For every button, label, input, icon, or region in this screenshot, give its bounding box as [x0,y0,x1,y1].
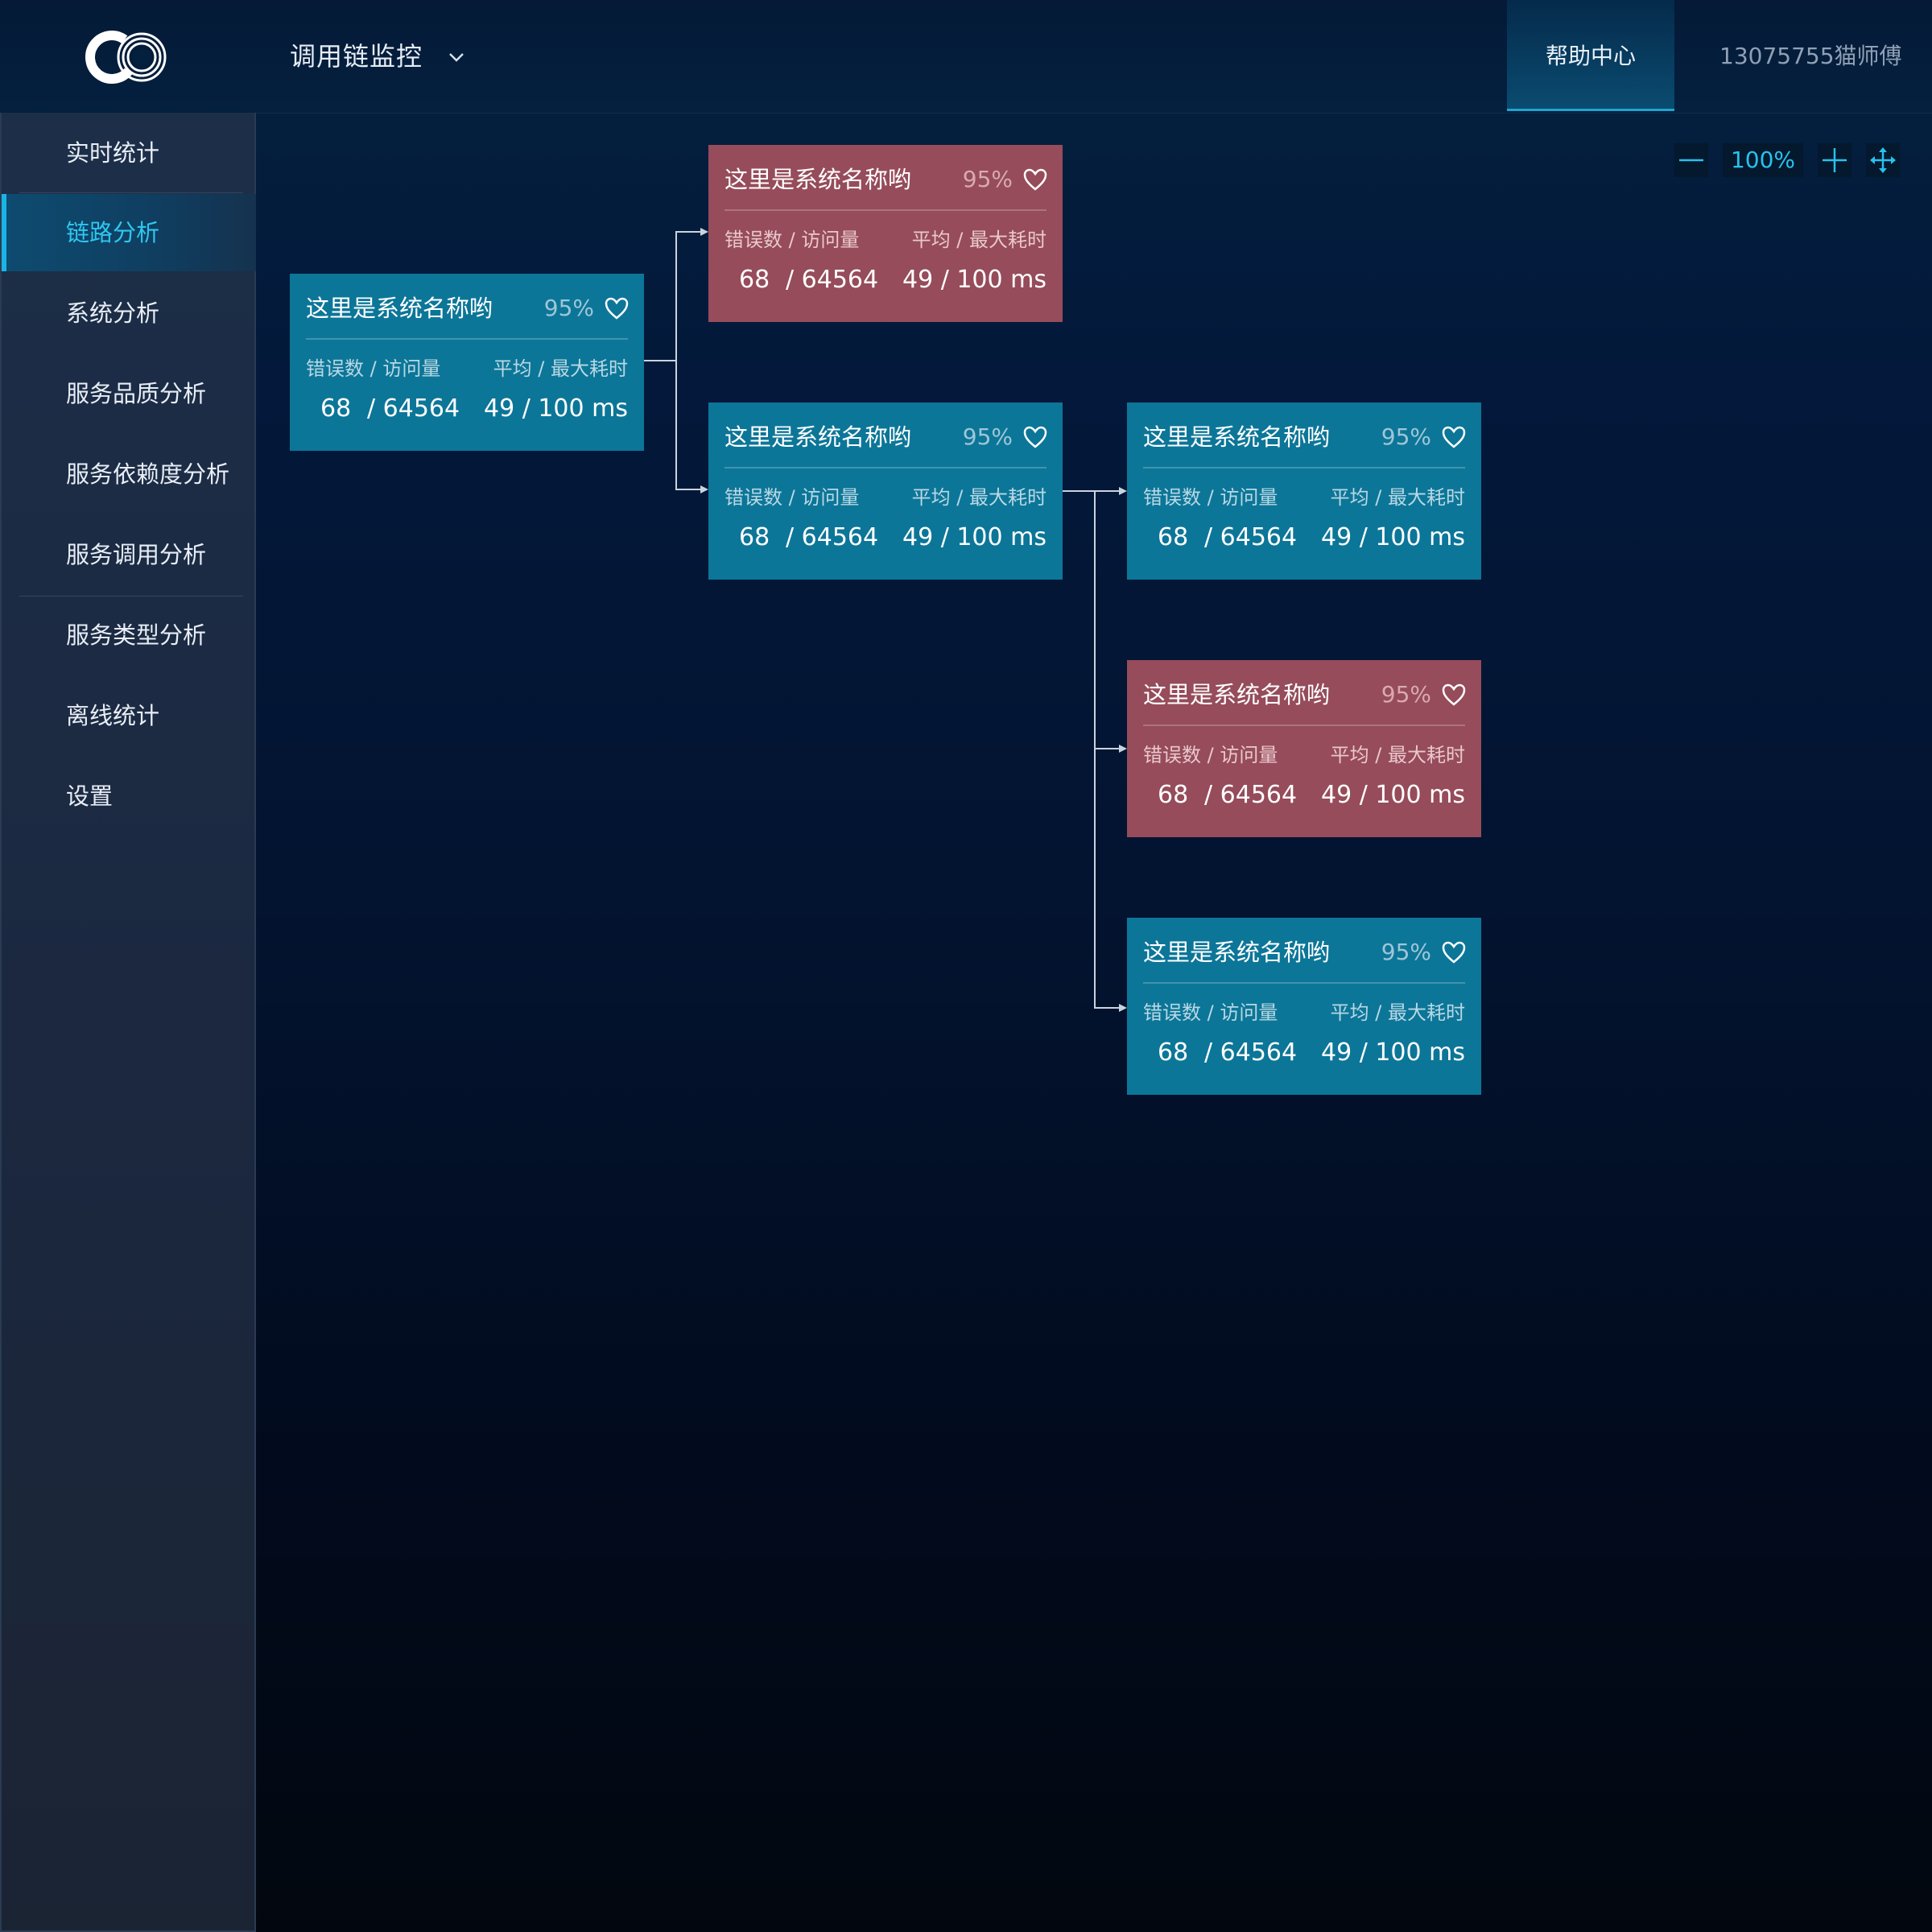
errors-visits-label: 错误数 / 访问量 [306,357,441,380]
sidebar-item-realtime-stats[interactable]: 实时统计 [2,114,256,192]
app-window: 调用链监控 帮助中心 13075755猫师傅 实时统计 链路分析 系统分析 服务… [0,0,1932,1932]
heart-icon[interactable] [604,296,630,320]
zoom-level-display: 100% [1723,143,1803,177]
move-arrows-icon[interactable] [1866,143,1900,177]
sidebar-item-service-calls[interactable]: 服务调用分析 [2,516,256,593]
latency-value: 49 / 100 ms [483,394,628,423]
error-count: 68 [739,523,770,551]
node-percent: 95% [1381,423,1431,450]
sidebar-item-service-types[interactable]: 服务类型分析 [2,597,256,674]
card-divider [306,338,628,340]
latency-value: 49 / 100 ms [1320,523,1465,551]
latency-value: 49 / 100 ms [1320,1038,1465,1067]
sidebar-divider [19,192,243,193]
service-node-card[interactable]: 这里是系统名称哟 95% 错误数 / 访问量 平均 / 最大耗时 68 / 64… [1127,402,1481,580]
latency-label: 平均 / 最大耗时 [911,229,1046,251]
error-count: 68 [1158,1038,1189,1067]
latency-value: 49 / 100 ms [902,523,1046,551]
errors-visits-label: 错误数 / 访问量 [1143,744,1278,766]
link-b-to-d [1094,491,1121,749]
heart-icon[interactable] [1441,683,1467,707]
user-account-link[interactable]: 13075755猫师傅 [1719,37,1902,76]
link-root-to-child-a [644,231,702,361]
sidebar-item-service-dependency[interactable]: 服务依赖度分析 [2,436,256,513]
arrow-head [700,228,708,236]
latency-value: 49 / 100 ms [1320,781,1465,809]
chevron-down-icon[interactable] [448,48,465,66]
heart-icon[interactable] [1441,425,1467,449]
error-count: 68 [1158,523,1189,551]
node-percent: 95% [962,423,1013,450]
latency-value: 49 / 100 ms [902,266,1046,294]
heart-icon[interactable] [1022,425,1048,449]
co-logo-icon[interactable] [85,31,169,84]
card-divider [1143,724,1465,726]
node-name: 这里是系统名称哟 [1143,681,1331,708]
sidebar-item-trace-analysis[interactable]: 链路分析 [2,194,256,271]
node-name: 这里是系统名称哟 [1143,939,1331,966]
top-bar: 调用链监控 帮助中心 13075755猫师傅 [0,0,1932,114]
errors-visits-label: 错误数 / 访问量 [724,229,860,251]
card-divider [1143,467,1465,469]
service-node-card[interactable]: 这里是系统名称哟 95% 错误数 / 访问量 平均 / 最大耗时 68 / 64… [1127,660,1481,837]
sidebar-item-settings[interactable]: 设置 [2,758,256,835]
zoom-out-icon[interactable] [1674,143,1708,177]
node-name: 这里是系统名称哟 [306,295,493,322]
card-divider [1143,982,1465,984]
error-count: 68 [1158,781,1189,809]
arrow-head [1119,487,1127,495]
node-percent: 95% [543,295,594,321]
node-percent: 95% [962,166,1013,192]
node-name: 这里是系统名称哟 [1143,423,1331,451]
service-node-card[interactable]: 这里是系统名称哟 95% 错误数 / 访问量 平均 / 最大耗时 68 / 64… [708,145,1063,322]
arrow-head [700,485,708,493]
visit-count: / 64564 [1204,781,1298,809]
card-divider [724,467,1046,469]
visit-count: / 64564 [367,394,460,423]
app-title-dropdown[interactable]: 调用链监控 [290,37,423,76]
link-root-to-child-b [675,361,702,490]
sidebar-item-offline-stats[interactable]: 离线统计 [2,677,256,754]
visit-count: / 64564 [1204,523,1298,551]
node-percent: 95% [1381,939,1431,965]
latency-label: 平均 / 最大耗时 [911,486,1046,509]
sidebar-item-service-quality[interactable]: 服务品质分析 [2,355,256,432]
node-name: 这里是系统名称哟 [724,423,912,451]
errors-visits-label: 错误数 / 访问量 [1143,486,1278,509]
heart-icon[interactable] [1022,167,1048,192]
latency-label: 平均 / 最大耗时 [493,357,628,380]
sidebar-nav: 实时统计 链路分析 系统分析 服务品质分析 服务依赖度分析 服务调用分析 服务类… [0,113,256,1932]
arrow-head [1119,745,1127,753]
heart-icon[interactable] [1441,940,1467,964]
service-node-card[interactable]: 这里是系统名称哟 95% 错误数 / 访问量 平均 / 最大耗时 68 / 64… [1127,918,1481,1095]
errors-visits-label: 错误数 / 访问量 [1143,1001,1278,1024]
link-b-to-e [1094,749,1121,1009]
arrow-head [1119,1004,1127,1012]
sidebar-item-system-analysis[interactable]: 系统分析 [2,275,256,352]
latency-label: 平均 / 最大耗时 [1330,744,1465,766]
visit-count: / 64564 [1204,1038,1298,1067]
service-node-card[interactable]: 这里是系统名称哟 95% 错误数 / 访问量 平均 / 最大耗时 68 / 64… [708,402,1063,580]
node-percent: 95% [1381,681,1431,708]
error-count: 68 [320,394,352,423]
zoom-in-icon[interactable] [1818,143,1852,177]
node-name: 这里是系统名称哟 [724,166,912,193]
errors-visits-label: 错误数 / 访问量 [724,486,860,509]
help-center-button[interactable]: 帮助中心 [1507,0,1674,111]
error-count: 68 [739,266,770,294]
card-divider [724,209,1046,211]
visit-count: / 64564 [786,523,879,551]
visit-count: / 64564 [786,266,879,294]
latency-label: 平均 / 最大耗时 [1330,1001,1465,1024]
latency-label: 平均 / 最大耗时 [1330,486,1465,509]
service-node-card[interactable]: 这里是系统名称哟 95% 错误数 / 访问量 平均 / 最大耗时 68 / 64… [290,274,644,451]
